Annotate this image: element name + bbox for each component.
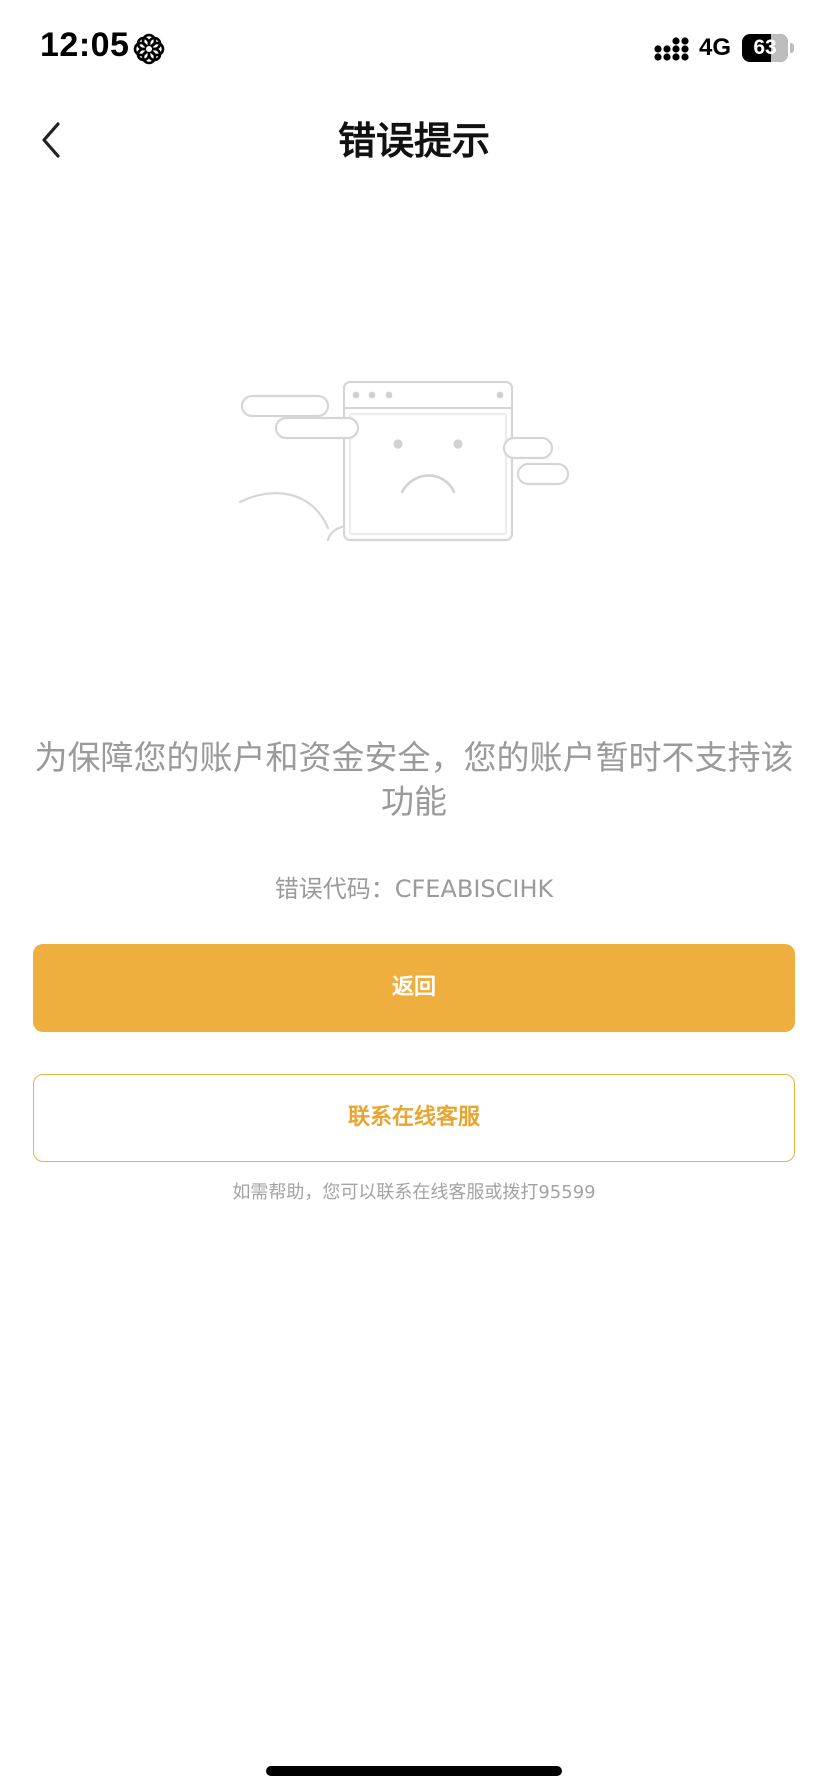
home-indicator[interactable] (266, 1766, 562, 1776)
battery-tip (790, 43, 794, 53)
navigation-bar: 错误提示 (0, 96, 828, 184)
network-type: 4G (699, 34, 732, 61)
status-bar: 12:05 4G 63 (0, 0, 828, 96)
page-title: 错误提示 (337, 119, 490, 163)
error-code: 错误代码：CFEABISCIHK (274, 875, 554, 903)
battery-indicator: 63 (742, 34, 788, 62)
flower-focus-icon (133, 33, 165, 65)
back-action-button[interactable]: 返回 (33, 944, 795, 1032)
status-time: 12:05 (40, 26, 130, 64)
contact-support-button[interactable]: 联系在线客服 (33, 1074, 795, 1162)
help-text: 如需帮助，您可以联系在线客服或拨打95599 (232, 1182, 596, 1203)
cellular-signal-icon (654, 37, 689, 61)
battery-level: 63 (753, 36, 777, 59)
sad-browser-window-icon (238, 380, 570, 542)
error-message: 为保障您的账户和资金安全，您的账户暂时不支持该功能 (34, 738, 794, 821)
